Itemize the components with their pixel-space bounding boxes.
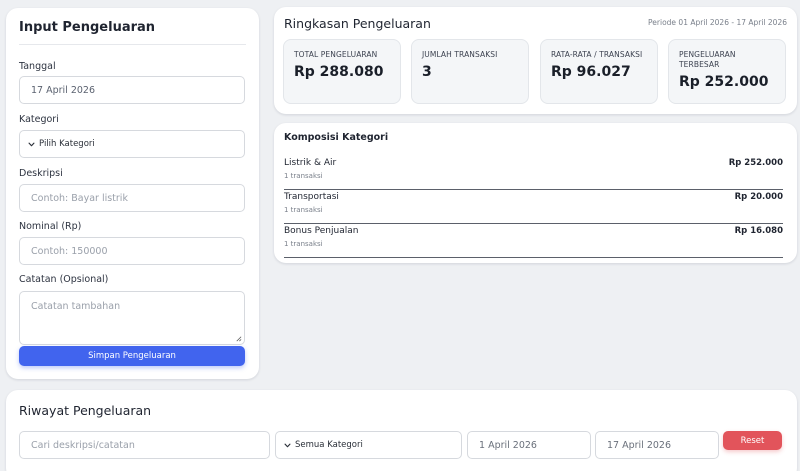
notes-placeholder: Catatan tambahan [31,301,121,312]
summary-period: Periode 01 April 2026 - 17 April 2026 [648,18,787,27]
chevron-down-icon [28,142,35,146]
history-search-input[interactable]: Cari deskripsi/catatan [19,431,270,459]
notes-label: Catatan (Opsional) [19,274,109,285]
category-label: Kategori [19,114,59,125]
summary-title: Ringkasan Pengeluaran [284,16,431,31]
category-count: 1 transaksi [284,172,323,180]
amount-input[interactable]: Contoh: 150000 [19,237,245,265]
chevron-down-icon [284,443,291,447]
category-row: Listrik & Air 1 transaksi Rp 252.000 [284,158,783,190]
stat-value: 3 [422,64,432,80]
category-amount: Rp 16.080 [734,226,783,236]
save-expense-button[interactable]: Simpan Pengeluaran [19,346,245,366]
history-date-to[interactable]: 17 April 2026 [595,431,719,459]
date-label: Tanggal [19,61,56,72]
category-amount: Rp 20.000 [734,192,783,202]
expense-history-card: Riwayat Pengeluaran Cari deskripsi/catat… [6,390,797,471]
category-row: Transportasi 1 transaksi Rp 20.000 [284,192,783,224]
input-card-divider [19,44,246,45]
stat-transaction-count: JUMLAH TRANSAKSI 3 [411,39,529,104]
notes-textarea[interactable]: Catatan tambahan [19,291,245,345]
stat-label: TOTAL PENGELUARAN [294,50,378,59]
stat-value: Rp 96.027 [551,64,631,80]
history-category-filter[interactable]: Semua Kategori [275,431,462,459]
category-name: Bonus Penjualan [284,226,359,236]
description-input[interactable]: Contoh: Bayar listrik [19,184,245,212]
stat-largest-expense: PENGELUARAN TERBESAR Rp 252.000 [668,39,786,104]
category-composition-card: Komposisi Kategori Listrik & Air 1 trans… [274,123,797,263]
description-label: Deskripsi [19,168,63,179]
history-title: Riwayat Pengeluaran [19,403,152,418]
history-category-value: Semua Kategori [295,440,363,450]
stat-value: Rp 288.080 [294,64,384,80]
category-composition-title: Komposisi Kategori [284,132,389,143]
amount-label: Nominal (Rp) [19,221,82,232]
category-select[interactable]: Pilih Kategori [19,130,245,158]
stat-value: Rp 252.000 [679,74,769,90]
summary-card: Ringkasan Pengeluaran Periode 01 April 2… [274,7,797,114]
category-name: Listrik & Air [284,158,337,168]
history-date-from[interactable]: 1 April 2026 [467,431,591,459]
category-row: Bonus Penjualan 1 transaksi Rp 16.080 [284,226,783,258]
stat-label: JUMLAH TRANSAKSI [422,50,498,59]
input-expense-card: Input Pengeluaran Tanggal 17 April 2026 … [6,8,259,379]
category-name: Transportasi [284,192,339,202]
category-count: 1 transaksi [284,206,323,214]
stat-total-expense: TOTAL PENGELUARAN Rp 288.080 [283,39,401,104]
reset-filter-button[interactable]: Reset [723,431,782,450]
input-card-title: Input Pengeluaran [19,20,156,35]
resize-grip-icon[interactable] [235,335,242,342]
stat-label: PENGELUARAN TERBESAR [679,50,736,69]
stat-average-per-transaction: RATA-RATA / TRANSAKSI Rp 96.027 [540,39,658,104]
date-field[interactable]: 17 April 2026 [19,76,245,104]
category-amount: Rp 252.000 [728,158,783,168]
category-select-value: Pilih Kategori [39,139,95,149]
category-count: 1 transaksi [284,240,323,248]
stat-label: RATA-RATA / TRANSAKSI [551,50,643,59]
